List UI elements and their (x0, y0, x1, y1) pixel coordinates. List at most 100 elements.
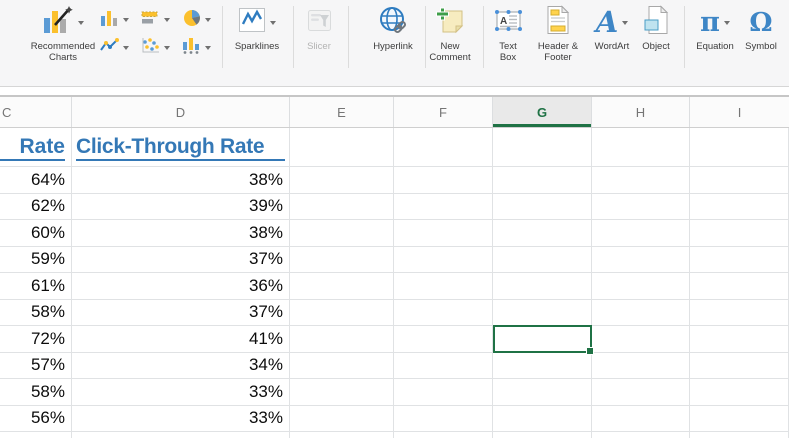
dropdown-arrow-icon[interactable] (164, 46, 170, 50)
cell-f[interactable] (394, 299, 493, 325)
combo-chart-button[interactable] (176, 35, 217, 61)
cell-e[interactable] (290, 220, 394, 246)
cell-h[interactable] (592, 167, 690, 193)
object-button[interactable]: Object (636, 4, 676, 52)
dropdown-arrow-icon[interactable] (123, 18, 129, 22)
cell-h[interactable] (592, 193, 690, 219)
dropdown-arrow-icon[interactable] (270, 20, 276, 25)
cell-d[interactable]: 33% (72, 379, 290, 405)
cell-d[interactable]: 36% (72, 273, 290, 299)
cell-d-header[interactable]: Click-Through Rate (72, 128, 290, 166)
sparklines-button[interactable]: Sparklines (224, 4, 290, 52)
cell-f[interactable] (394, 246, 493, 272)
cell-i[interactable] (690, 246, 789, 272)
dropdown-arrow-icon[interactable] (164, 18, 170, 22)
new-comment-button[interactable]: New Comment (421, 4, 479, 63)
cell-c[interactable]: 57% (0, 352, 72, 378)
cell-f[interactable] (394, 432, 493, 438)
cell-d[interactable]: 39% (72, 193, 290, 219)
column-header-f[interactable]: F (394, 97, 493, 127)
cell-g[interactable] (493, 432, 592, 438)
cell-f[interactable] (394, 167, 493, 193)
cell-c[interactable]: 62% (0, 193, 72, 219)
cell-e[interactable] (290, 193, 394, 219)
column-header-c[interactable]: C (0, 97, 72, 127)
cell-g[interactable] (493, 246, 592, 272)
cell-i[interactable] (690, 432, 789, 438)
slicer-button[interactable]: Slicer (296, 4, 342, 52)
cell-c[interactable] (0, 432, 72, 438)
cell-f[interactable] (394, 193, 493, 219)
cell-c[interactable]: 59% (0, 246, 72, 272)
cell-f[interactable] (394, 379, 493, 405)
column-header-i[interactable]: I (690, 97, 789, 127)
cell-h[interactable] (592, 299, 690, 325)
equation-button[interactable]: π Equation (691, 4, 739, 52)
cell-d[interactable]: 38% (72, 167, 290, 193)
cell-e[interactable] (290, 405, 394, 431)
wordart-button[interactable]: A WordArt (587, 4, 637, 53)
cell-d[interactable]: 37% (72, 299, 290, 325)
cell-c-header[interactable]: Rate (0, 128, 72, 166)
cell-g[interactable] (493, 167, 592, 193)
cell-g[interactable] (493, 352, 592, 378)
cell-g[interactable] (493, 299, 592, 325)
cell-f[interactable] (394, 273, 493, 299)
cell-f[interactable] (394, 220, 493, 246)
cell-d[interactable] (72, 432, 290, 438)
cell-f[interactable] (394, 128, 493, 166)
cell-i[interactable] (690, 128, 789, 166)
dropdown-arrow-icon[interactable] (205, 46, 211, 50)
line-chart-button[interactable] (94, 35, 135, 61)
cell-e[interactable] (290, 379, 394, 405)
cell-e[interactable] (290, 326, 394, 352)
cell-i[interactable] (690, 405, 789, 431)
cell-h[interactable] (592, 273, 690, 299)
fill-handle[interactable] (586, 347, 594, 355)
cell-d[interactable]: 41% (72, 326, 290, 352)
cell-c[interactable]: 58% (0, 379, 72, 405)
column-header-e[interactable]: E (290, 97, 394, 127)
cell-e[interactable] (290, 299, 394, 325)
text-box-button[interactable]: A Text Box (489, 4, 527, 63)
cell-e[interactable] (290, 128, 394, 166)
cell-e[interactable] (290, 432, 394, 438)
column-header-h[interactable]: H (592, 97, 690, 127)
cell-d[interactable]: 38% (72, 220, 290, 246)
cell-h[interactable] (592, 246, 690, 272)
column-header-d[interactable]: D (72, 97, 290, 127)
cell-c[interactable]: 72% (0, 326, 72, 352)
cell-h[interactable] (592, 432, 690, 438)
cell-e[interactable] (290, 167, 394, 193)
cell-d[interactable]: 37% (72, 246, 290, 272)
cell-g[interactable] (493, 220, 592, 246)
cell-g[interactable] (493, 405, 592, 431)
cell-c[interactable]: 56% (0, 405, 72, 431)
cell-f[interactable] (394, 405, 493, 431)
cell-c[interactable]: 61% (0, 273, 72, 299)
dropdown-arrow-icon[interactable] (622, 20, 629, 25)
cell-g[interactable] (493, 128, 592, 166)
cell-h[interactable] (592, 220, 690, 246)
cell-e[interactable] (290, 246, 394, 272)
cell-i[interactable] (690, 326, 789, 352)
cell-i[interactable] (690, 299, 789, 325)
dropdown-arrow-icon[interactable] (723, 20, 730, 25)
cell-c[interactable]: 58% (0, 299, 72, 325)
column-header-g-selected[interactable]: G (493, 97, 592, 127)
dropdown-arrow-icon[interactable] (123, 46, 129, 50)
cell-e[interactable] (290, 352, 394, 378)
cell-e[interactable] (290, 273, 394, 299)
cell-i[interactable] (690, 273, 789, 299)
cell-f[interactable] (394, 326, 493, 352)
cell-g[interactable] (493, 273, 592, 299)
cell-f[interactable] (394, 352, 493, 378)
dropdown-arrow-icon[interactable] (204, 18, 211, 22)
dropdown-arrow-icon[interactable] (78, 20, 84, 25)
cell-g[interactable] (493, 379, 592, 405)
cell-i[interactable] (690, 193, 789, 219)
bar-chart-button[interactable] (135, 7, 176, 33)
hyperlink-button[interactable]: Hyperlink (362, 4, 424, 52)
cell-h[interactable] (592, 326, 690, 352)
cell-g[interactable] (493, 193, 592, 219)
